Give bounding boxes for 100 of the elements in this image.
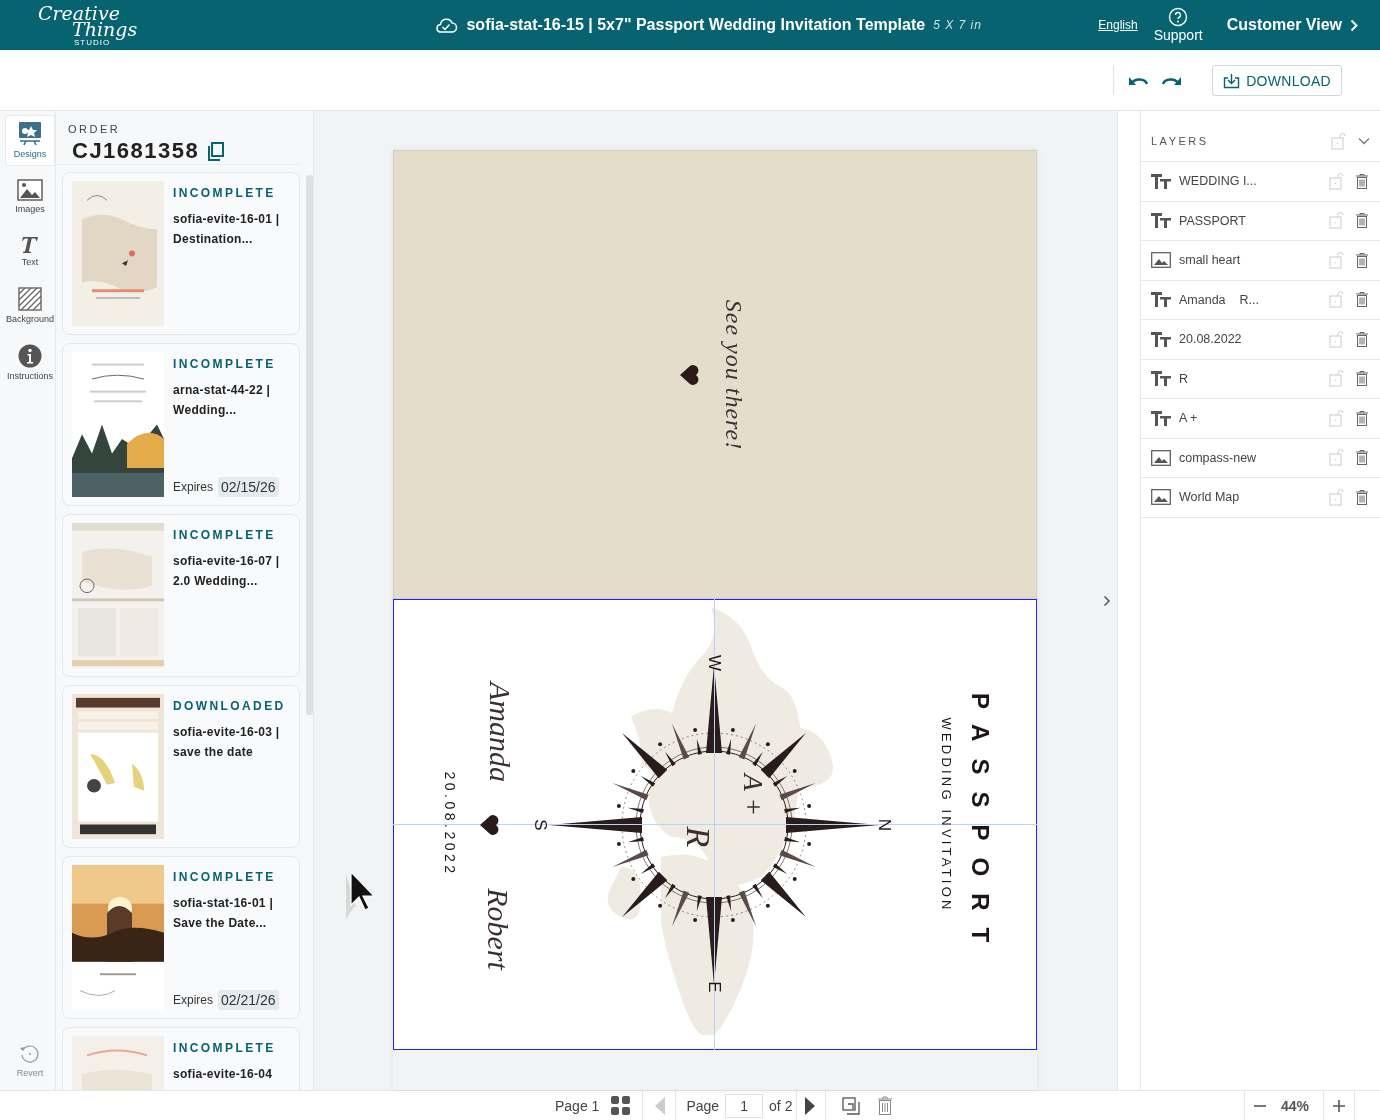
trash-icon[interactable] — [1356, 371, 1368, 387]
passport-title: PASSPORT — [968, 692, 992, 960]
support-button[interactable]: Support — [1153, 7, 1203, 43]
design-card[interactable]: DOWNLOADED sofia-evite-16-03 | save the date — [62, 685, 300, 848]
text-icon — [1151, 331, 1171, 347]
design-status: DOWNLOADED — [173, 699, 281, 713]
monogram: A + — [739, 773, 767, 817]
layer-row[interactable]: small heart — [1141, 241, 1380, 281]
download-icon — [1223, 72, 1241, 89]
page-label: Page — [686, 1097, 720, 1114]
scrollbar[interactable] — [306, 175, 313, 715]
help-icon — [1168, 7, 1189, 27]
expiry-date: 02/15/26 — [218, 477, 279, 497]
design-status: INCOMPLETE — [173, 1041, 277, 1055]
image-icon — [1151, 449, 1171, 466]
rail-images-tab[interactable]: Images — [6, 175, 54, 220]
layer-name: A + — [1179, 411, 1199, 426]
rail-instructions-tab[interactable]: Instructions — [6, 340, 54, 387]
layer-name: R — [1179, 371, 1190, 386]
layer-row[interactable]: World Map — [1141, 478, 1380, 518]
card-page[interactable]: W S N E PASSPORT WEDDING INVITATION 20.08.2022 Amanda Robert A + R — [393, 599, 1037, 1050]
trash-icon[interactable] — [1356, 331, 1368, 347]
document-title: sofia-stat-16-15 | 5x7" Passport Wedding Invitation Template — [466, 16, 926, 34]
design-card[interactable]: INCOMPLETE arna-stat-44-22 | Wedding... Expires 02/15/26 — [62, 343, 300, 506]
image-icon — [17, 179, 43, 201]
compass-letter: N — [875, 818, 893, 832]
rail-background-tab[interactable]: Background — [6, 283, 54, 330]
design-card[interactable]: INCOMPLETE sofia-evite-16-07 | 2.0 Wedding... — [62, 514, 300, 677]
design-card[interactable]: INCOMPLETE sofia-evite-16-04 — [62, 1027, 300, 1090]
wedding-date: 20.08.2022 — [443, 771, 457, 877]
expires-label: Expires — [173, 993, 213, 1007]
rail-text-tab[interactable]: Text — [6, 230, 54, 273]
design-name: arna-stat-44-22 | Wedding... — [173, 382, 272, 419]
layer-row[interactable]: Amanda R... — [1141, 280, 1380, 320]
design-card[interactable]: INCOMPLETE sofia-evite-16-01 | Destination... — [62, 172, 300, 335]
layer-name: Amanda R... — [1179, 292, 1260, 307]
layer-row[interactable]: R — [1141, 359, 1380, 399]
info-icon — [18, 344, 42, 368]
delete-page-button[interactable] — [878, 1096, 893, 1115]
compass-letter: E — [705, 981, 723, 993]
text-icon — [1151, 410, 1171, 426]
revert-icon — [19, 1043, 41, 1065]
chevron-down-icon[interactable] — [1358, 137, 1370, 145]
design-status: INCOMPLETE — [173, 870, 277, 884]
trash-icon[interactable] — [1356, 173, 1368, 189]
trash-icon[interactable] — [1356, 252, 1368, 268]
design-card[interactable]: INCOMPLETE sofia-stat-16-01 | Save the Date... Expires 02/21/26 — [62, 856, 300, 1019]
card-page[interactable]: See you there! — [393, 150, 1037, 599]
layer-row[interactable]: PASSPORT — [1141, 201, 1380, 241]
rail-designs-tab[interactable]: Designs — [6, 116, 54, 165]
expiry-date: 02/21/26 — [218, 990, 279, 1010]
trash-icon[interactable] — [1356, 450, 1368, 466]
layer-name: PASSPORT — [1179, 213, 1247, 228]
trash-icon[interactable] — [1356, 292, 1368, 308]
layer-name: WEDDING I... — [1179, 174, 1258, 189]
page-indicator: Page 1 — [555, 1097, 600, 1114]
hatch-icon — [18, 287, 42, 311]
layer-name: compass-new — [1179, 450, 1258, 465]
design-status: INCOMPLETE — [173, 186, 277, 200]
layer-row[interactable]: WEDDING I... — [1141, 162, 1380, 202]
customer-view-button[interactable]: Customer View — [1226, 16, 1358, 34]
language-link[interactable]: English — [1098, 18, 1138, 32]
layer-name: 20.08.2022 — [1179, 332, 1243, 347]
next-page-button[interactable] — [805, 1096, 816, 1115]
trash-icon[interactable] — [1356, 213, 1368, 229]
text-icon — [1151, 292, 1171, 308]
panel-title: LAYERS — [1151, 135, 1210, 147]
script-text: See you there! — [722, 299, 746, 451]
expires-label: Expires — [173, 480, 213, 494]
name-script: Amanda — [485, 682, 515, 782]
trash-icon[interactable] — [1356, 410, 1368, 426]
zoom-level: 44% — [1280, 1097, 1309, 1114]
page-input[interactable]: 1 — [725, 1093, 764, 1118]
layer-row[interactable]: 20.08.2022 — [1141, 320, 1380, 360]
heart-icon — [478, 815, 500, 835]
name-script: Robert — [483, 888, 513, 970]
document-size: 5 X 7 in — [933, 18, 982, 32]
image-icon — [1151, 252, 1171, 269]
design-status: INCOMPLETE — [173, 528, 277, 542]
grid-view-button[interactable] — [611, 1096, 631, 1115]
monogram: R — [681, 826, 715, 848]
layer-row[interactable]: A + — [1141, 399, 1380, 439]
duplicate-page-button[interactable] — [842, 1096, 861, 1115]
invitation-subtitle: WEDDING INVITATION — [939, 717, 953, 913]
layer-row[interactable]: compass-new — [1141, 438, 1380, 478]
chevron-right-icon[interactable] — [1103, 595, 1111, 607]
zoom-in-button[interactable] — [1332, 1098, 1346, 1113]
design-name: sofia-evite-16-03 | save the date — [173, 724, 281, 761]
layer-name: World Map — [1179, 490, 1241, 505]
trash-icon[interactable] — [1356, 489, 1368, 505]
copy-button[interactable] — [207, 141, 225, 161]
revert-button[interactable]: Revert — [6, 1039, 54, 1084]
chevron-right-icon — [1350, 18, 1358, 32]
easel-icon — [17, 120, 43, 146]
download-button[interactable]: DOWNLOAD — [1212, 64, 1342, 96]
text-icon — [1151, 371, 1171, 387]
cloud-check-icon — [434, 16, 459, 34]
heart-icon — [678, 365, 700, 385]
logo: Creative Things STUDIO — [38, 3, 138, 47]
text-icon — [20, 234, 40, 254]
